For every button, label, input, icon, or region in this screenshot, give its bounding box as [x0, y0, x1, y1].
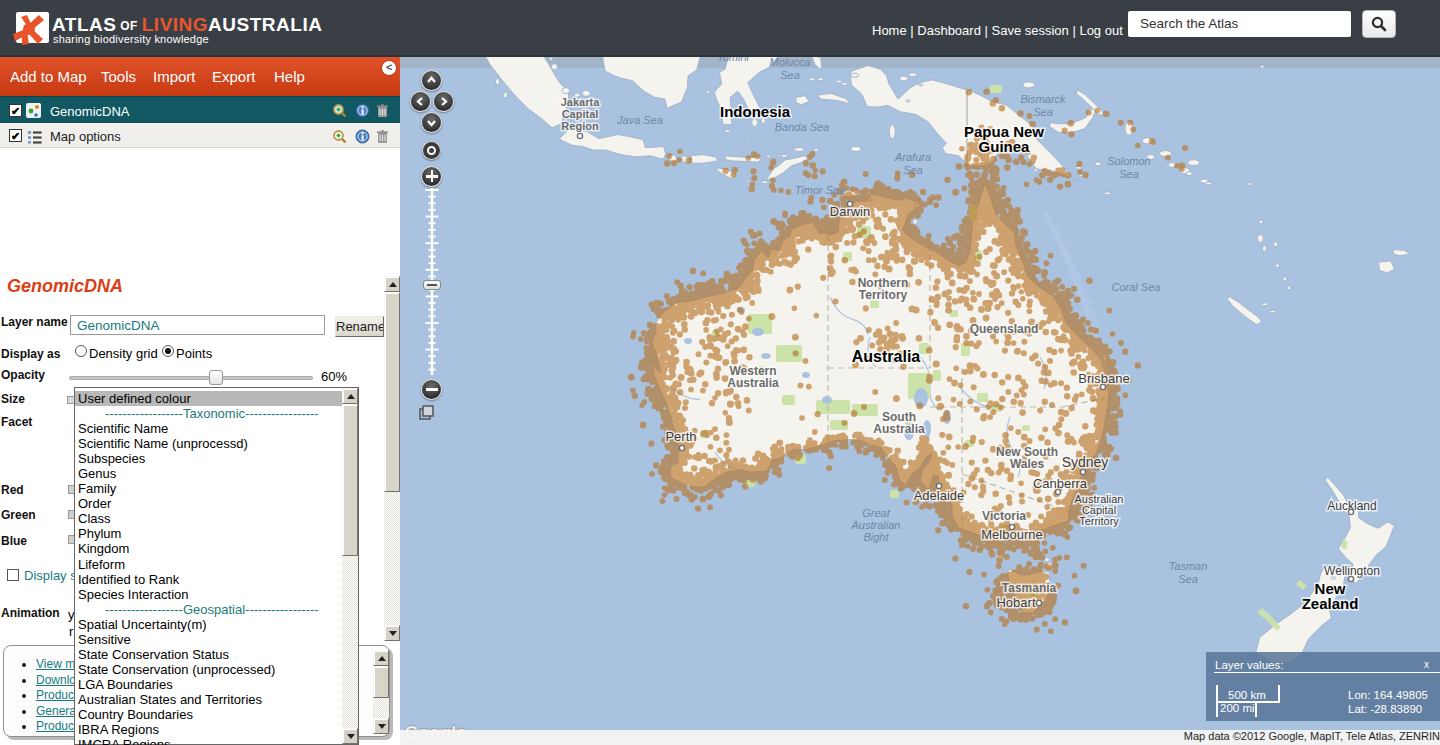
svg-text:Java Sea: Java Sea	[616, 114, 663, 126]
svg-text:Sea: Sea	[903, 164, 923, 176]
svg-text:Australian: Australian	[851, 519, 901, 531]
svg-text:Hobart: Hobart	[996, 595, 1035, 610]
svg-text:Australia: Australia	[873, 422, 925, 436]
svg-text:Indonesia: Indonesia	[720, 103, 791, 120]
svg-text:Capital: Capital	[562, 108, 599, 120]
svg-text:Timor Sea: Timor Sea	[795, 184, 846, 196]
svg-text:Brisbane: Brisbane	[1078, 371, 1129, 386]
svg-text:Coral Sea: Coral Sea	[1112, 281, 1161, 293]
svg-text:Adelaide: Adelaide	[914, 488, 965, 503]
svg-text:Jakarta: Jakarta	[561, 96, 600, 108]
svg-text:Territory: Territory	[859, 288, 908, 302]
svg-text:Wales: Wales	[1010, 457, 1045, 471]
svg-text:Territory: Territory	[1079, 515, 1119, 527]
svg-text:Sea: Sea	[780, 69, 800, 81]
svg-text:Arafura: Arafura	[894, 151, 931, 163]
svg-text:Bismarck: Bismarck	[1020, 93, 1066, 105]
svg-text:Zealand: Zealand	[1302, 595, 1359, 612]
svg-text:Bight: Bight	[863, 531, 889, 543]
svg-text:Great: Great	[862, 507, 890, 519]
svg-text:Solomon: Solomon	[1107, 155, 1150, 167]
svg-text:Australia: Australia	[852, 348, 921, 365]
svg-text:Tomini: Tomini	[717, 57, 750, 63]
svg-text:Guinea: Guinea	[979, 138, 1031, 155]
svg-text:Canberra: Canberra	[1033, 476, 1088, 491]
svg-text:Sea: Sea	[1178, 573, 1198, 585]
svg-text:Banda Sea: Banda Sea	[775, 121, 829, 133]
svg-text:Queensland: Queensland	[970, 322, 1039, 336]
svg-text:Tasman: Tasman	[1169, 560, 1208, 572]
svg-text:Sydney: Sydney	[1062, 454, 1109, 470]
svg-text:Sea: Sea	[1119, 168, 1139, 180]
svg-text:Perth: Perth	[665, 429, 696, 444]
svg-text:Region: Region	[561, 120, 599, 132]
svg-text:Tasmania: Tasmania	[1002, 581, 1057, 595]
svg-text:Victoria: Victoria	[982, 509, 1026, 523]
svg-text:Sea: Sea	[1033, 106, 1053, 118]
svg-text:Australia: Australia	[727, 376, 779, 390]
svg-text:Molucca: Molucca	[770, 57, 811, 68]
